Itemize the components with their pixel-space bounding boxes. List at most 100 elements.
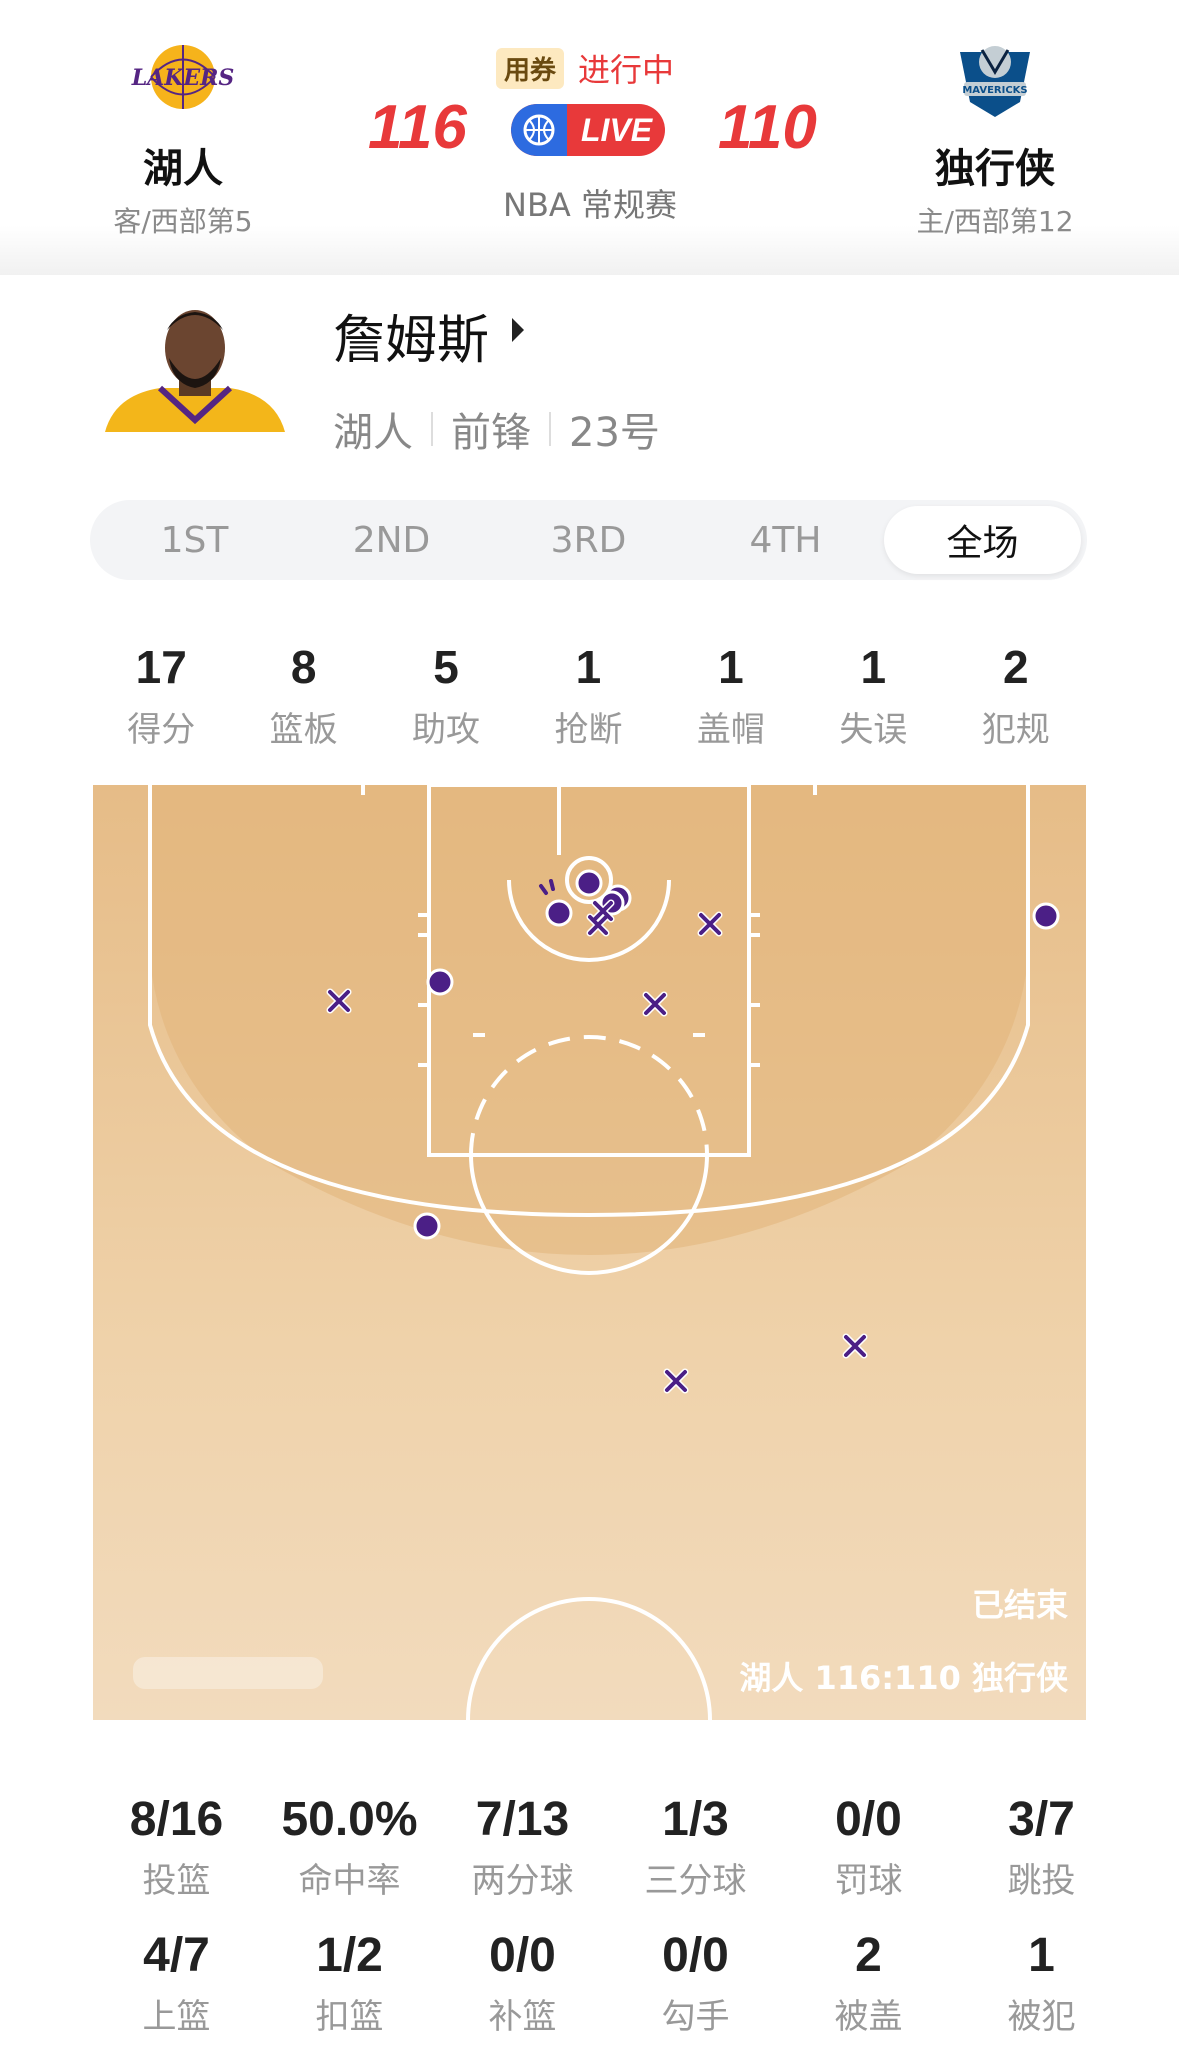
- stat-value: 17: [135, 641, 187, 693]
- stat-value: 3/7: [1008, 1793, 1075, 1846]
- divider: [549, 412, 551, 446]
- missed-shot-marker: [844, 1335, 866, 1357]
- made-shot-marker: [1032, 902, 1060, 930]
- game-status-row: 用券 进行中: [496, 46, 674, 90]
- stat-label: 三分球: [644, 1861, 747, 1901]
- stat-jumpshot: 3/7 跳投: [955, 1792, 1128, 1902]
- stat-value: 0/0: [662, 1929, 729, 1982]
- stat-label: 抢断: [554, 710, 623, 750]
- svg-text:MAVERICKS: MAVERICKS: [962, 85, 1027, 96]
- player-name[interactable]: 詹姆斯: [333, 298, 489, 373]
- stat-value: 2: [1002, 641, 1029, 693]
- stat-fg: 8/16 投篮: [90, 1792, 263, 1902]
- shooting-stats-row-2: 4/7 上篮 1/2 扣篮 0/0 补篮 0/0 勾手 2 被盖 1 被犯: [90, 1928, 1130, 2038]
- quarter-tabs: 1ST 2ND 3RD 4TH 全场: [90, 500, 1087, 580]
- player-position: 前锋: [451, 410, 531, 456]
- stat-tipin: 0/0 补篮: [436, 1928, 609, 2038]
- away-score: 116: [368, 93, 467, 162]
- stat-blocked: 2 被盖: [782, 1928, 955, 2038]
- stat-assists: 5 助攻: [375, 640, 517, 751]
- stat-value: 8/16: [129, 1793, 224, 1846]
- missed-shot-marker: [665, 1370, 687, 1392]
- stat-turnovers: 1 失误: [802, 640, 944, 751]
- caret-right-icon[interactable]: [512, 318, 524, 342]
- stat-label: 跳投: [1007, 1861, 1076, 1901]
- basketball-icon: [511, 104, 567, 156]
- made-shot-marker: [545, 899, 573, 927]
- stat-label: 盖帽: [696, 710, 765, 750]
- stat-value: 4/7: [143, 1929, 210, 1982]
- stat-hook: 0/0 勾手: [609, 1928, 782, 2038]
- home-team[interactable]: MAVERICKS 独行侠 主/西部第12: [870, 22, 1120, 240]
- stat-label: 得分: [127, 710, 196, 750]
- stat-ft: 0/0 罚球: [782, 1792, 955, 1902]
- stat-steals: 1 抢断: [517, 640, 659, 751]
- stat-value: 1: [718, 641, 744, 693]
- away-team-rank: 客/西部第5: [113, 205, 253, 238]
- summary-stats: 17 得分 8 篮板 5 助攻 1 抢断 1 盖帽 1 失误 2 犯规: [90, 640, 1087, 751]
- mavericks-logo-icon: MAVERICKS: [960, 46, 1030, 117]
- player-meta: 湖人 前锋 23号: [333, 400, 660, 458]
- stat-label: 罚球: [834, 1861, 903, 1901]
- live-label: LIVE: [581, 111, 653, 148]
- stat-2pt: 7/13 两分球: [436, 1792, 609, 1902]
- stat-value: 1/2: [316, 1929, 383, 1982]
- stat-label: 扣篮: [315, 1997, 384, 2037]
- game-final-status: 已结束: [971, 1586, 1068, 1624]
- stat-fouls: 2 犯规: [945, 640, 1087, 751]
- player-avatar[interactable]: [105, 300, 285, 432]
- stat-label: 失误: [839, 710, 908, 750]
- shooting-stats-row-1: 8/16 投篮 50.0% 命中率 7/13 两分球 1/3 三分球 0/0 罚球 3/7…: [90, 1792, 1130, 1902]
- away-team[interactable]: LAKERS 湖人 客/西部第5: [58, 22, 308, 240]
- tab-1st[interactable]: 1ST: [96, 506, 293, 574]
- stat-label: 犯规: [981, 710, 1050, 750]
- stat-label: 两分球: [471, 1861, 574, 1901]
- stat-fg-pct: 50.0% 命中率: [263, 1792, 436, 1902]
- stat-label: 被盖: [834, 1997, 903, 2037]
- court-lines: [148, 785, 1060, 1720]
- stat-label: 补篮: [488, 1997, 557, 2037]
- home-score: 110: [718, 93, 817, 162]
- stat-value: 5: [433, 641, 459, 693]
- stat-value: 0/0: [489, 1929, 556, 1982]
- tab-full-game[interactable]: 全场: [884, 506, 1081, 574]
- coupon-badge[interactable]: 用券: [496, 47, 565, 89]
- stat-3pt: 1/3 三分球: [609, 1792, 782, 1902]
- stat-label: 上篮: [142, 1997, 211, 2037]
- stat-value: 1: [1028, 1929, 1055, 1982]
- stat-layup: 4/7 上篮: [90, 1928, 263, 2038]
- stat-value: 50.0%: [281, 1793, 418, 1846]
- stat-label: 篮板: [269, 710, 338, 750]
- stat-label: 助攻: [412, 710, 481, 750]
- league-label: NBA 常规赛: [503, 186, 677, 224]
- made-shot-marker: [426, 968, 454, 996]
- stat-value: 8: [290, 641, 317, 693]
- stat-value: 1/3: [662, 1793, 729, 1846]
- stat-value: 7/13: [475, 1793, 570, 1846]
- game-status: 进行中: [578, 51, 675, 89]
- tab-4th[interactable]: 4TH: [687, 506, 884, 574]
- stat-rebounds: 8 篮板: [232, 640, 374, 751]
- tab-2nd[interactable]: 2ND: [293, 506, 490, 574]
- final-score-label: 湖人 116:110 独行侠: [739, 1659, 1068, 1697]
- made-shot-marker: [413, 1212, 441, 1240]
- home-team-name: 独行侠: [935, 146, 1055, 192]
- live-button[interactable]: LIVE: [511, 104, 665, 156]
- player-number: 23号: [569, 410, 660, 456]
- tab-3rd[interactable]: 3RD: [490, 506, 687, 574]
- stat-label: 投篮: [142, 1861, 211, 1901]
- away-team-name: 湖人: [143, 146, 223, 192]
- player-photo-icon: [105, 310, 285, 432]
- player-team: 湖人: [333, 410, 413, 456]
- game-header: LAKERS 湖人 客/西部第5 116 用券 进行中 LIVE NBA 常规赛…: [0, 0, 1179, 275]
- shot-chart: 已结束 湖人 116:110 独行侠: [93, 785, 1086, 1720]
- stat-value: 2: [855, 1929, 882, 1982]
- made-shot-marker: [575, 869, 603, 897]
- stat-label: 勾手: [661, 1997, 730, 2037]
- stat-label: 命中率: [298, 1861, 401, 1901]
- lakers-logo-icon: LAKERS: [131, 45, 234, 109]
- watermark: [133, 1657, 323, 1689]
- home-team-rank: 主/西部第12: [916, 205, 1074, 238]
- stat-points: 17 得分: [90, 640, 232, 751]
- stat-value: 1: [860, 641, 887, 693]
